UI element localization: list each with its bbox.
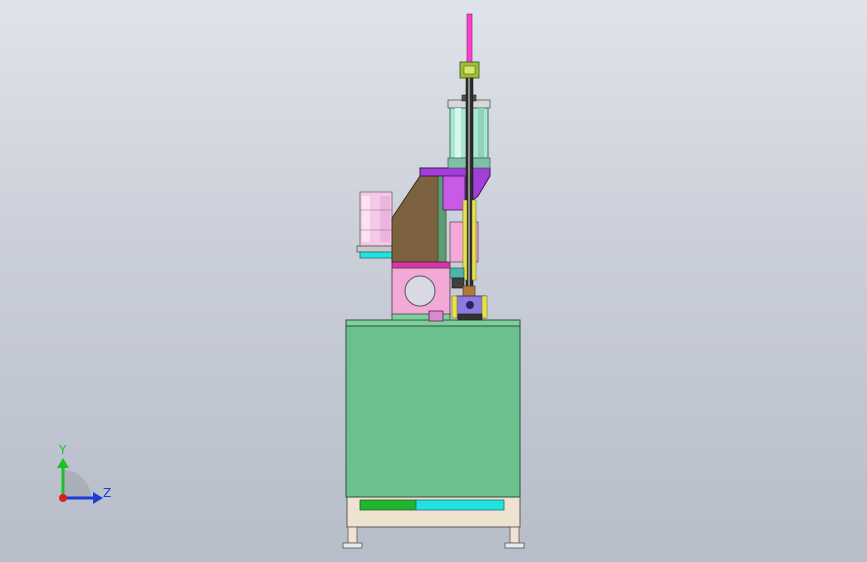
foot-right <box>504 542 525 549</box>
support-column <box>391 175 447 263</box>
bowl-base <box>356 245 395 253</box>
bowl-mount <box>359 251 395 259</box>
origin-point <box>59 494 67 502</box>
y-axis-label: Y <box>59 443 67 457</box>
leg-right <box>509 526 520 544</box>
cad-viewport[interactable]: Y Z <box>0 0 867 562</box>
foot-left <box>342 542 363 549</box>
machine-base <box>342 496 525 549</box>
base-cyan-band <box>415 499 505 511</box>
brown-block <box>391 175 445 263</box>
magenta-divider <box>391 261 451 269</box>
leg-left <box>347 526 358 544</box>
machine-assembly-drawing[interactable] <box>0 0 867 562</box>
cabinet-body <box>345 324 521 498</box>
base-green-band <box>359 499 417 511</box>
bearing-hole <box>404 275 436 307</box>
coordinate-triad <box>57 458 103 504</box>
yellow-guide-right <box>471 199 477 281</box>
magenta-rod <box>466 13 473 65</box>
z-axis-label: Z <box>103 486 112 500</box>
pink-housing <box>391 261 451 322</box>
bowl-feeder <box>356 191 395 259</box>
small-knob <box>428 310 444 322</box>
cabinet <box>345 319 521 498</box>
